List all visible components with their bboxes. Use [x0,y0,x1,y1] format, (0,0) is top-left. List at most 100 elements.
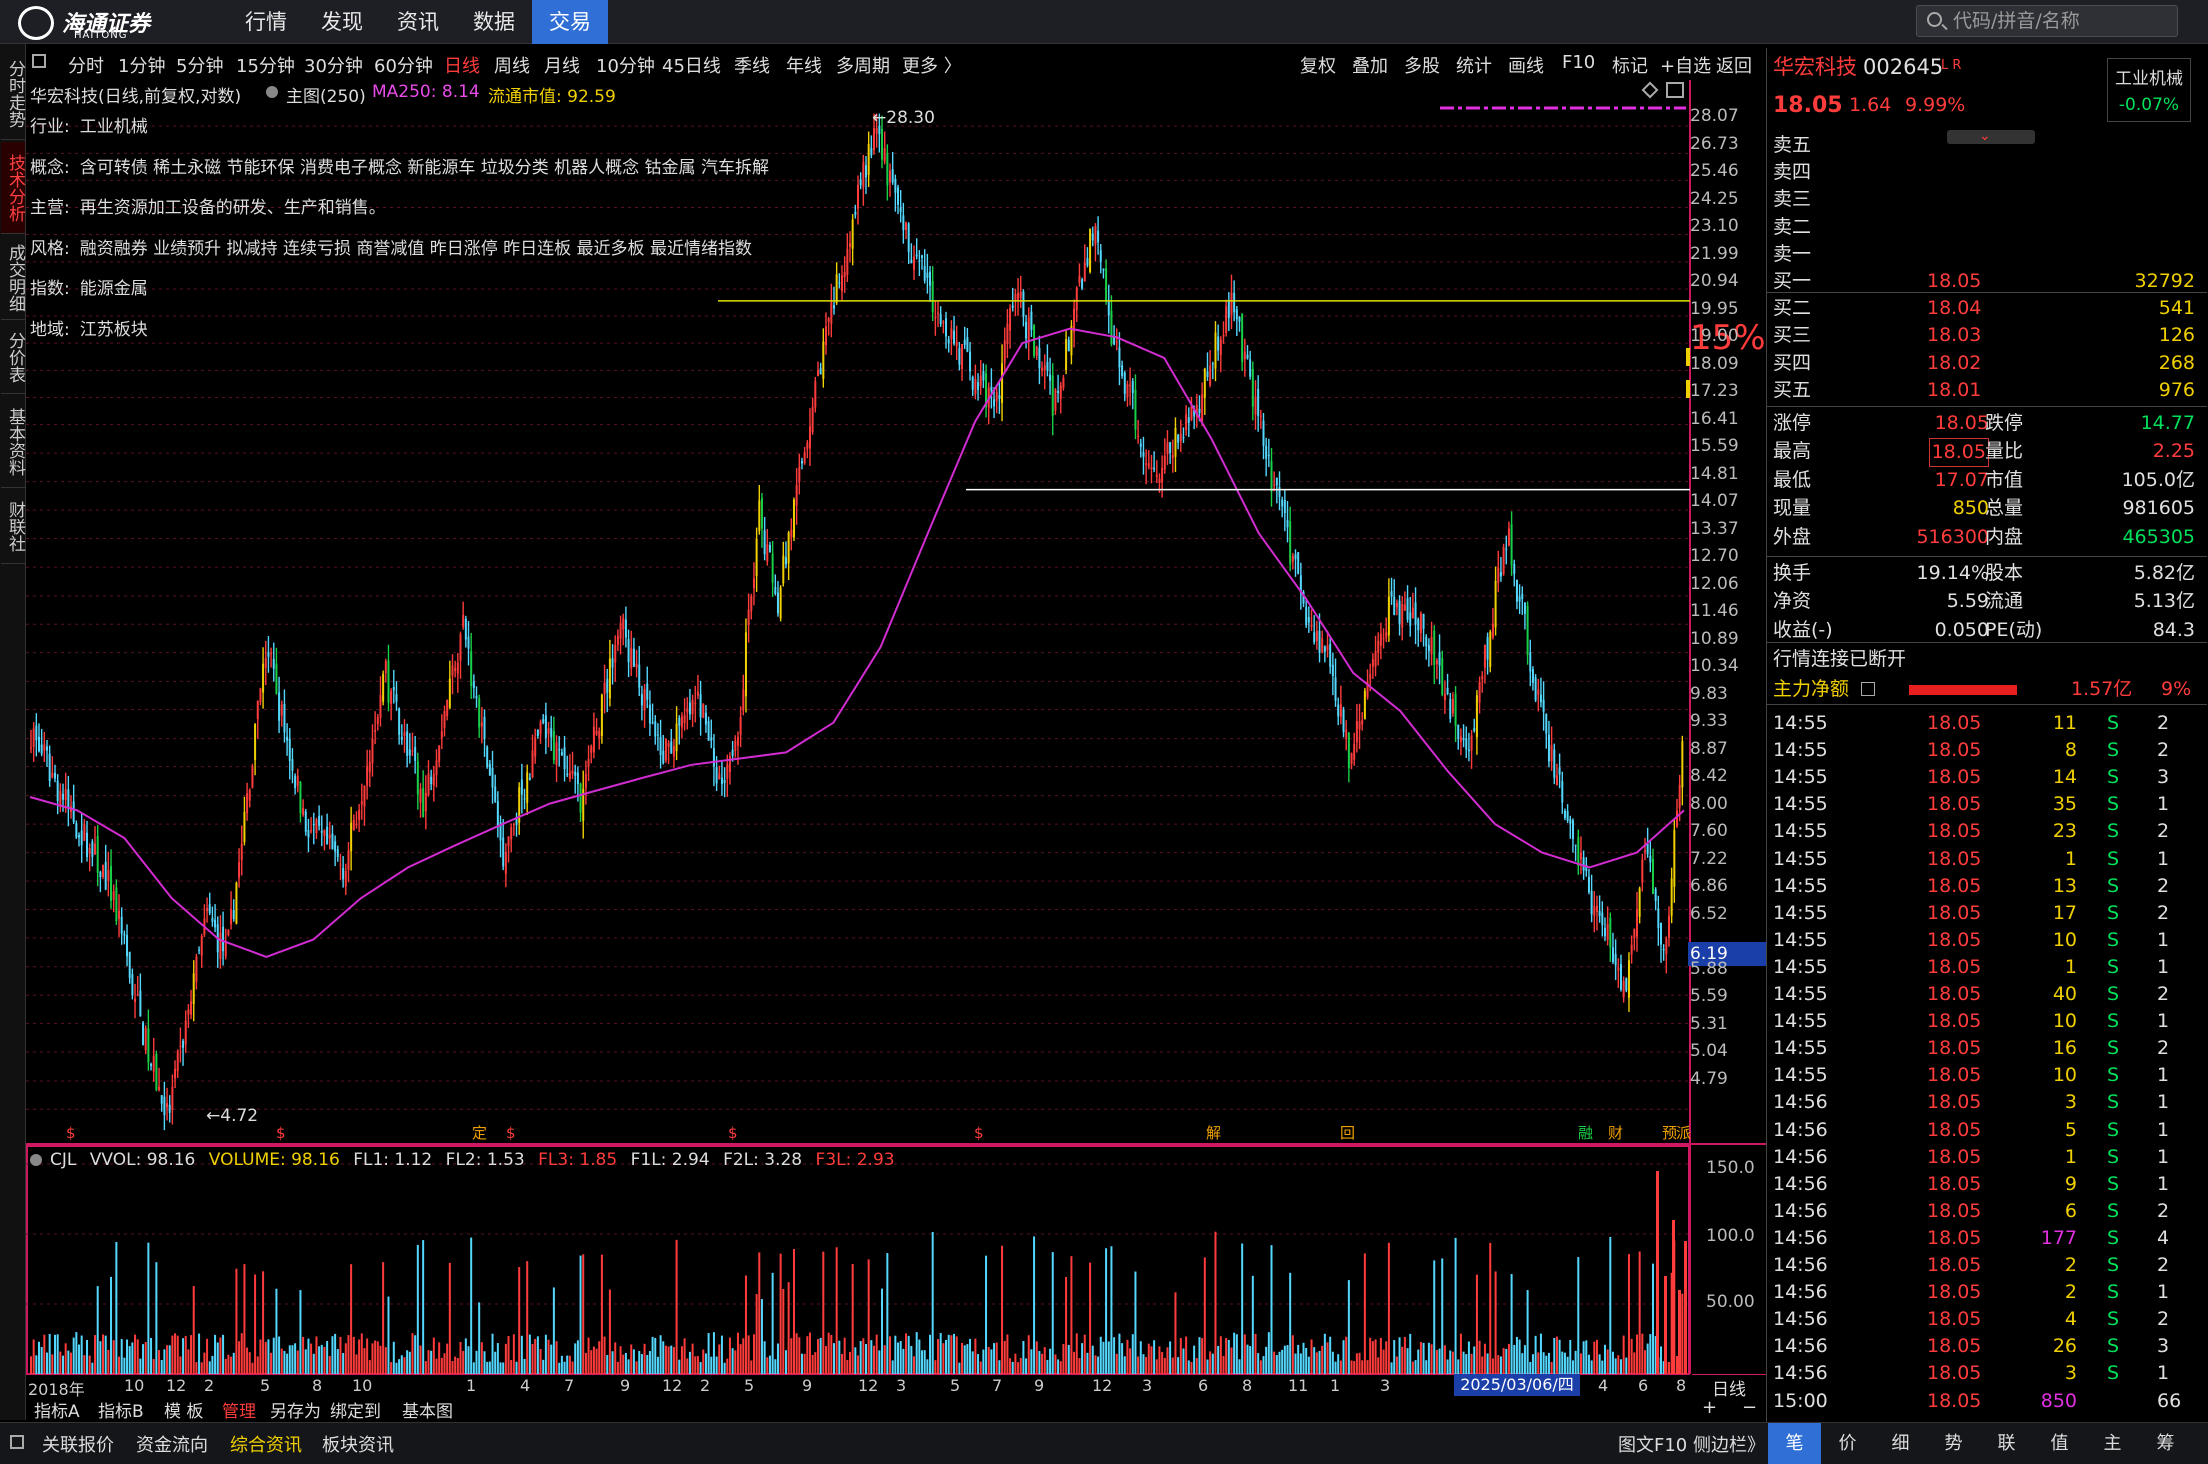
buy-row[interactable]: 买一 18.05 32792 [1769,268,2195,295]
bottom-tab-0[interactable]: 笔 [1768,1423,1821,1464]
period-5[interactable]: 60分钟 [374,52,433,78]
volume-bar [166,1345,169,1374]
volume-bar [840,1353,843,1374]
candle-body [814,381,817,408]
left-tab-2[interactable]: 成交明细 [1,236,25,320]
period-10[interactable]: 45日线 [662,52,721,78]
left-tab-1[interactable]: 技术分析 [1,142,25,234]
period-8[interactable]: 月线 [544,52,580,78]
x-tick: 12 [1092,1376,1113,1395]
bottom-tab-3[interactable]: 势 [1927,1423,1980,1464]
topnav-item-0[interactable]: 行情 [228,0,304,44]
kline-chart[interactable]: $ $ 定 $ $ $ 解回融财预派 [26,80,1766,1380]
indicator-tab-2[interactable]: 模 板 [164,1397,203,1422]
buy-row[interactable]: 买三 18.03 126 [1769,322,2195,349]
period-11[interactable]: 季线 [734,52,770,78]
candle-body [1550,744,1553,762]
left-tab-0[interactable]: 分时走势 [1,48,25,140]
bottom-link-1[interactable]: 资金流向 [136,1431,208,1457]
indicator-tab-4[interactable]: 另存为 [270,1397,321,1422]
period-13[interactable]: 多周期 [836,52,890,78]
period-4[interactable]: 30分钟 [304,52,363,78]
buy-row[interactable]: 买五 18.01 976 [1769,377,2195,404]
bottom-link-3[interactable]: 板块资讯 [322,1431,394,1457]
period-0[interactable]: 分时 [68,52,104,78]
left-tab-5[interactable]: 财联社 [1,490,25,564]
tool-2[interactable]: 多股 [1404,52,1440,78]
tool-8[interactable]: 返回 [1716,52,1752,78]
sell-row[interactable]: 卖二 [1769,214,2189,241]
bottom-tab-6[interactable]: 主 [2086,1423,2139,1464]
period-14[interactable]: 更多 〉 [902,52,962,78]
tick-row: 14:56 18.05 3 S 1 [1769,1089,2189,1116]
tool-4[interactable]: 画线 [1508,52,1544,78]
x-tick: 12 [662,1376,683,1395]
candle-body [243,812,246,843]
settings-dot-icon[interactable] [30,1154,42,1166]
left-tab-4[interactable]: 基本资料 [1,396,25,488]
sell-row[interactable]: 卖三 [1769,186,2189,213]
tool-6[interactable]: 标记 [1612,52,1648,78]
layout-toggle-icon[interactable] [32,54,46,68]
volume-bar [947,1334,950,1374]
buy-row[interactable]: 买二 18.04 541 [1769,295,2195,322]
tool-5[interactable]: F10 [1562,52,1595,73]
flow-detail-icon[interactable] [1861,682,1875,696]
event-mark: $ [506,1124,516,1142]
indicator-tab-0[interactable]: 指标A [34,1397,80,1422]
indicator-tab-1[interactable]: 指标B [98,1397,144,1422]
topnav-item-2[interactable]: 资讯 [380,0,456,44]
indicator-tab-6[interactable]: 基本图 [402,1397,453,1422]
candle-body [264,657,267,668]
zoom-in-button[interactable]: + [1702,1397,1717,1418]
bottom-tab-5[interactable]: 值 [2033,1423,2086,1464]
bottom-tab-1[interactable]: 价 [1821,1423,1874,1464]
price-tick: 6.52 [1690,903,1728,924]
topnav-item-3[interactable]: 数据 [456,0,532,44]
search-input[interactable] [1953,9,2168,33]
period-6[interactable]: 日线 [444,52,480,78]
bottom-tab-4[interactable]: 联 [1980,1423,2033,1464]
bottom-link-2[interactable]: 综合资讯 [230,1431,302,1457]
period-1[interactable]: 1分钟 [118,52,165,78]
indicator-tab-5[interactable]: 绑定到 [330,1397,381,1422]
left-tab-3[interactable]: 分价表 [1,322,25,394]
volume-bar [1235,1334,1238,1374]
tool-0[interactable]: 复权 [1300,52,1336,78]
layout-toggle-icon[interactable] [10,1435,24,1449]
main-chart-label[interactable]: 主图(250) [286,82,366,107]
buy-row[interactable]: 买四 18.02 268 [1769,350,2195,377]
settings-dot-icon[interactable] [266,86,278,98]
topnav-item-1[interactable]: 发现 [304,0,380,44]
volume-bar [494,1351,497,1374]
candle-body [699,694,702,718]
period-12[interactable]: 年线 [786,52,822,78]
period-7[interactable]: 周线 [494,52,530,78]
candle-body [1243,351,1246,360]
volume-bar [398,1359,401,1374]
search-box[interactable] [1916,5,2178,37]
period-2[interactable]: 5分钟 [176,52,223,78]
candle-body [118,910,121,919]
volume-bar [1611,1351,1614,1374]
main-flow-row[interactable]: 主力净额 1.57亿 9% [1769,676,2191,703]
bottom-link-0[interactable]: 关联报价 [42,1431,114,1457]
cjl-label[interactable]: CJL [50,1150,76,1170]
zoom-out-button[interactable]: − [1742,1397,1757,1418]
indicator-tab-3[interactable]: 管理 [222,1397,256,1422]
sell-row[interactable]: 卖四 [1769,159,2189,186]
sell-row[interactable]: 卖一 [1769,241,2189,268]
sell-row[interactable]: 卖五 [1769,132,2189,159]
bottom-tab-2[interactable]: 细 [1874,1423,1927,1464]
tool-7[interactable]: +自选 [1660,52,1711,78]
search-icon[interactable] [1927,12,1942,27]
bottom-tab-7[interactable]: 筹 [2139,1423,2192,1464]
period-9[interactable]: 10分钟 [596,52,655,78]
haitong-logo[interactable]: 海通证券 HAITONG [18,4,168,42]
topnav-item-4[interactable]: 交易 [532,0,608,44]
period-3[interactable]: 15分钟 [236,52,295,78]
tool-1[interactable]: 叠加 [1352,52,1388,78]
tool-3[interactable]: 统计 [1456,52,1492,78]
expand-icon[interactable] [1666,82,1684,98]
f10-sidebar-link[interactable]: 图文F10 侧边栏》 [1618,1431,1765,1457]
